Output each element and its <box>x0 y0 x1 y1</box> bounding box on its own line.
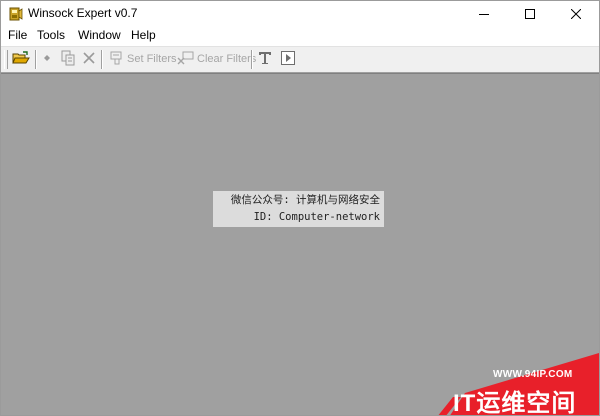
app-window: Winsock Expert v0.7 File Tools Window He… <box>0 0 600 416</box>
start-button[interactable] <box>42 50 52 68</box>
title-bar[interactable]: Winsock Expert v0.7 <box>1 1 599 27</box>
watermark-line-1: 微信公众号: 计算机与网络安全 <box>230 194 380 206</box>
watermark-overlay: 微信公众号: 计算机与网络安全 ID: Computer-network <box>213 191 384 227</box>
menu-file[interactable]: File <box>8 28 27 42</box>
clear-filters-button[interactable]: Clear Filters <box>177 50 256 68</box>
brand-name: IT运维空间 <box>453 390 577 416</box>
text-t-icon <box>257 50 273 69</box>
watermark-line-2: ID: Computer-network <box>253 211 380 223</box>
set-filters-label: Set Filters <box>127 53 177 65</box>
brand-url: WWW.94IP.COM <box>493 369 573 380</box>
copy-pages-icon <box>60 50 76 69</box>
menu-window[interactable]: Window <box>78 28 121 42</box>
menu-help[interactable]: Help <box>131 28 156 42</box>
text-view-button[interactable] <box>257 50 273 68</box>
window-title: Winsock Expert v0.7 <box>28 6 138 20</box>
toolbar-separator <box>35 50 37 69</box>
toolbar-grip[interactable] <box>4 50 8 69</box>
copy-button[interactable] <box>60 50 76 68</box>
diamond-icon <box>42 52 52 66</box>
winsock-app-icon <box>7 6 23 22</box>
menu-tools[interactable]: Tools <box>37 28 65 42</box>
play-box-icon <box>280 50 296 69</box>
delete-button[interactable] <box>82 50 96 68</box>
open-process-button[interactable] <box>12 50 30 68</box>
menu-bar: File Tools Window Help <box>1 27 599 45</box>
filter-icon <box>109 50 125 69</box>
toolbar-separator <box>101 50 103 69</box>
toolbar: Set Filters Clear Filters <box>1 46 599 73</box>
maximize-button[interactable] <box>507 1 553 27</box>
clear-filter-icon <box>177 50 195 69</box>
open-folder-icon <box>12 50 30 69</box>
x-icon <box>82 51 96 68</box>
close-button[interactable] <box>553 1 599 27</box>
toolbar-separator <box>251 50 253 69</box>
minimize-button[interactable] <box>461 1 507 27</box>
clear-filters-label: Clear Filters <box>197 53 257 65</box>
play-button[interactable] <box>280 50 296 68</box>
set-filters-button[interactable]: Set Filters <box>109 50 177 68</box>
